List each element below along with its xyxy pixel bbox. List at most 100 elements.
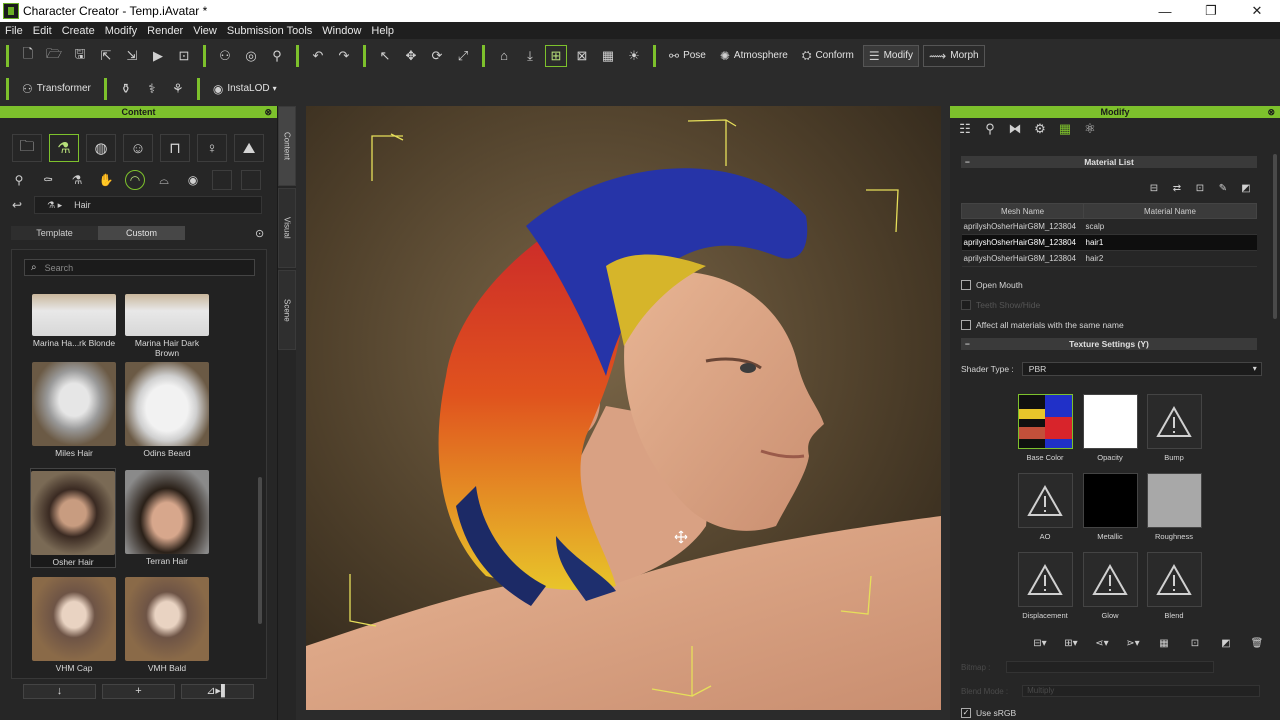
3d-viewport[interactable]	[306, 106, 941, 710]
conform-button[interactable]: ⛭ Conform	[797, 45, 859, 67]
column-header-material[interactable]: Material Name	[1083, 203, 1257, 219]
close-button[interactable]: ✕	[1234, 0, 1280, 22]
load-material-icon[interactable]: ⊟	[1145, 180, 1163, 196]
share-icon[interactable]: ⋖▾	[1090, 636, 1114, 650]
menu-modify[interactable]: Modify	[100, 25, 142, 37]
render-icon[interactable]: ⊡	[173, 45, 195, 67]
list-item[interactable]: VHM Cap	[31, 577, 117, 673]
head-icon[interactable]: ☺	[123, 134, 153, 162]
hat-sub-icon[interactable]: ⌓	[154, 170, 174, 190]
shader-type-select[interactable]: PBR ▾	[1021, 362, 1262, 376]
menu-create[interactable]: Create	[57, 25, 100, 37]
fit-icon[interactable]: ⚱	[115, 78, 137, 100]
tab-content-vertical[interactable]: Content	[278, 106, 296, 186]
folder-icon[interactable]: 🗀	[12, 134, 42, 162]
menu-render[interactable]: Render	[142, 25, 188, 37]
maximize-button[interactable]: ❐	[1188, 0, 1234, 22]
modify-scrollbar[interactable]	[1273, 154, 1277, 319]
empty-slot-icon[interactable]	[212, 170, 232, 190]
material-tab-icon[interactable]: ▦	[1054, 119, 1076, 139]
panel-splitter[interactable]	[941, 106, 950, 720]
replace-button[interactable]: ⊿▸▌	[181, 684, 254, 699]
scene-icon[interactable]: ⛰	[234, 134, 264, 162]
ao-slot[interactable]: AO	[1017, 473, 1073, 541]
affect-all-checkbox[interactable]: Affect all materials with the same name	[961, 320, 1124, 330]
hair-sub-icon[interactable]: ◠	[125, 170, 145, 190]
trash-icon[interactable]: 🗑	[1245, 636, 1269, 650]
panel-close-icon[interactable]: ⊗	[1267, 106, 1275, 118]
character-icon[interactable]: ⚇	[214, 45, 236, 67]
menu-help[interactable]: Help	[366, 25, 399, 37]
use-srgb-checkbox[interactable]: ✓ Use sRGB	[961, 708, 1016, 718]
list-item[interactable]: Terran Hair	[124, 470, 210, 566]
list-item[interactable]: Osher Hair	[30, 468, 116, 568]
list-item[interactable]: Miles Hair	[31, 362, 117, 458]
legs-sub-icon[interactable]: ⚗	[67, 170, 87, 190]
light-icon[interactable]: ☀	[623, 45, 645, 67]
list-item[interactable]: Odins Beard	[124, 362, 210, 458]
menu-window[interactable]: Window	[317, 25, 366, 37]
material-list-header[interactable]: − Material List	[961, 156, 1257, 168]
modify-button[interactable]: ☰ Modify	[862, 44, 920, 67]
select-icon[interactable]: ↖	[374, 45, 396, 67]
table-row[interactable]: aprilyshOsherHairG8M_123804 scalp	[961, 218, 1257, 235]
attributes-tab-icon[interactable]: ☷	[954, 119, 976, 139]
texture-settings-header[interactable]: − Texture Settings (Y)	[961, 338, 1257, 350]
table-row[interactable]: aprilyshOsherHairG8M_123804 hair2	[961, 250, 1257, 267]
save-texture-icon[interactable]: ⊞▾	[1059, 636, 1083, 650]
physics-tab-icon[interactable]: ⚛	[1079, 119, 1101, 139]
play-icon[interactable]: ▶	[147, 45, 169, 67]
home-icon[interactable]: ⌂	[493, 45, 515, 67]
glow-slot[interactable]: Glow	[1082, 552, 1138, 620]
breadcrumb[interactable]: ⚗ ▸ Hair	[34, 196, 263, 214]
scale-icon[interactable]: ⤢	[452, 45, 474, 67]
body-sub-icon[interactable]: ⚲	[9, 170, 29, 190]
layer-icon[interactable]: ◩	[1214, 636, 1238, 650]
display-mode-icon[interactable]: ▦	[597, 45, 619, 67]
redo-icon[interactable]: ↷	[333, 45, 355, 67]
column-header-mesh[interactable]: Mesh Name	[961, 203, 1084, 219]
tab-template[interactable]: Template	[11, 226, 98, 240]
body-icon[interactable]: ⚲	[266, 45, 288, 67]
content-scrollbar[interactable]	[258, 477, 262, 624]
export-icon[interactable]: ⇲	[121, 45, 143, 67]
hair-category-icon[interactable]: ⚗	[49, 134, 79, 162]
morph-button[interactable]: ⟿ Morph	[923, 44, 985, 67]
menu-file[interactable]: File	[0, 25, 28, 37]
undo-icon[interactable]: ↶	[307, 45, 329, 67]
base-color-slot[interactable]: Base Color	[1017, 394, 1073, 462]
drop-to-floor-icon[interactable]: ⤓	[519, 45, 541, 67]
blend-slot[interactable]: Blend	[1146, 552, 1202, 620]
bump-slot[interactable]: Bump	[1146, 394, 1202, 462]
reset-icon[interactable]: ⊡	[1191, 180, 1209, 196]
appearance-tab-icon[interactable]: ⚙	[1029, 119, 1051, 139]
new-file-icon[interactable]: 🗋	[17, 45, 39, 67]
apply-button[interactable]: ↓	[23, 684, 96, 699]
empty-slot-icon[interactable]	[241, 170, 261, 190]
connect-icon[interactable]: ⋗▾	[1121, 636, 1145, 650]
minimize-button[interactable]: —	[1142, 0, 1188, 22]
panel-splitter[interactable]	[296, 106, 306, 720]
roughness-slot[interactable]: Roughness	[1146, 473, 1202, 541]
opacity-slot[interactable]: Opacity	[1082, 394, 1138, 462]
tab-visual-vertical[interactable]: Visual	[278, 188, 296, 268]
move-icon[interactable]: ✥	[400, 45, 422, 67]
import-icon[interactable]: ⇱	[95, 45, 117, 67]
menu-view[interactable]: View	[188, 25, 222, 37]
displacement-slot[interactable]: Displacement	[1017, 552, 1073, 620]
open-folder-icon[interactable]: 🗁	[43, 45, 65, 67]
eyedropper-icon[interactable]: ✎	[1214, 180, 1232, 196]
clothing-icon[interactable]: ⊓	[160, 134, 190, 162]
hand-sub-icon[interactable]: ✋	[96, 170, 116, 190]
tab-scene-vertical[interactable]: Scene	[278, 270, 296, 350]
save-icon[interactable]: 🖫	[69, 45, 91, 67]
pose-button[interactable]: ⚯ Pose	[664, 45, 711, 67]
transformer-button[interactable]: ⚇ Transformer	[17, 78, 96, 100]
instalod-button[interactable]: ◉ InstaLOD ▾	[208, 78, 282, 100]
atmosphere-button[interactable]: ✺ Atmosphere	[715, 45, 793, 67]
eye-sub-icon[interactable]: ◉	[183, 170, 203, 190]
replace-icon[interactable]: ⊡	[1183, 636, 1207, 650]
headshot-icon[interactable]: ◎	[240, 45, 262, 67]
metallic-slot[interactable]: Metallic	[1082, 473, 1138, 541]
options-menu-icon[interactable]: ⊙	[255, 227, 264, 240]
